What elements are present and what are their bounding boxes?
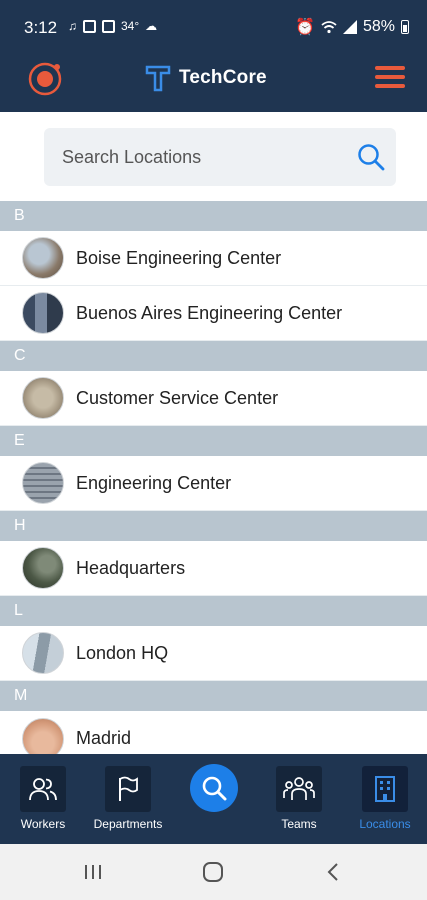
search-area — [0, 112, 427, 201]
location-name: London HQ — [76, 642, 169, 663]
location-avatar — [22, 632, 64, 674]
status-system: ⏰ 58% — [295, 17, 409, 37]
location-name: Boise Engineering Center — [76, 247, 282, 268]
nav-label: Workers — [20, 817, 66, 831]
list-item[interactable]: Engineering Center — [0, 456, 427, 511]
nav-label: Teams — [281, 817, 317, 831]
section-header-b: B — [0, 201, 427, 231]
search-box — [44, 128, 396, 186]
list-item[interactable]: Buenos Aires Engineering Center — [0, 286, 427, 341]
app-bar: TechCore — [0, 54, 427, 112]
menu-line — [375, 84, 405, 88]
alarm-icon: ⏰ — [295, 19, 315, 36]
building-icon — [375, 776, 395, 802]
recents-glyph — [85, 865, 101, 879]
location-avatar — [22, 717, 64, 754]
back-icon[interactable] — [318, 860, 348, 884]
search-input[interactable] — [62, 128, 332, 186]
battery-percent: 58% — [362, 18, 395, 35]
cloud-icon: ☁ — [145, 19, 158, 33]
section-header-e: E — [0, 426, 427, 456]
gallery-icon — [102, 19, 115, 33]
list-item[interactable]: Boise Engineering Center — [0, 231, 427, 286]
location-avatar — [22, 547, 64, 589]
location-name: Engineering Center — [76, 472, 232, 493]
section-header-h: H — [0, 511, 427, 541]
list-item[interactable]: London HQ — [0, 626, 427, 681]
nav-label: Departments — [93, 817, 163, 831]
nav-label: Locations — [359, 817, 411, 831]
system-nav — [0, 844, 427, 900]
brand-title: TechCore — [179, 67, 267, 88]
status-notifications: ♫ 34° ☁ — [68, 19, 157, 33]
search-icon — [202, 776, 227, 801]
teams-icon — [283, 777, 315, 800]
nav-locations[interactable]: Locations — [343, 766, 427, 831]
battery-icon — [401, 20, 409, 34]
nav-tile — [362, 766, 408, 812]
menu-line — [375, 66, 405, 70]
status-bar: 3:12 ♫ 34° ☁ ⏰ 58% — [0, 0, 427, 54]
status-temperature: 34° — [121, 19, 140, 33]
location-avatar — [22, 377, 64, 419]
section-header-m: M — [0, 681, 427, 711]
nav-workers[interactable]: Workers — [1, 766, 85, 831]
home-icon[interactable] — [198, 860, 228, 884]
location-name: Buenos Aires Engineering Center — [76, 302, 343, 323]
bottom-nav: Workers Departments Teams Locations — [0, 754, 427, 844]
nav-tile — [20, 766, 66, 812]
wifi-icon — [321, 21, 337, 34]
brand: TechCore — [145, 64, 267, 92]
location-avatar — [22, 237, 64, 279]
signal-icon — [342, 20, 357, 34]
back-glyph — [327, 863, 338, 881]
app-icon — [83, 19, 96, 33]
nav-teams[interactable]: Teams — [257, 766, 341, 831]
nav-tile — [276, 766, 322, 812]
list-item[interactable]: Madrid — [0, 711, 427, 754]
location-avatar — [22, 462, 64, 504]
search-icon[interactable] — [356, 142, 386, 172]
notification-icon: ♫ — [68, 19, 77, 33]
techcore-logo-icon — [145, 65, 171, 92]
nav-tile — [105, 766, 151, 812]
recents-icon[interactable] — [78, 860, 108, 884]
location-avatar — [22, 292, 64, 334]
menu-line — [375, 75, 405, 79]
nav-departments[interactable]: Departments — [86, 766, 170, 831]
list-item[interactable]: Headquarters — [0, 541, 427, 596]
workers-icon — [29, 778, 57, 801]
location-name: Headquarters — [76, 557, 186, 578]
orbit-logo-icon[interactable] — [24, 58, 66, 100]
locations-list: B Boise Engineering Center Buenos Aires … — [0, 201, 427, 754]
location-name: Customer Service Center — [76, 387, 279, 408]
location-name: Madrid — [76, 728, 132, 748]
section-header-c: C — [0, 341, 427, 371]
home-glyph — [203, 862, 223, 882]
nav-search-button[interactable] — [190, 764, 238, 812]
list-item[interactable]: Customer Service Center — [0, 371, 427, 426]
flag-icon — [119, 776, 138, 801]
hamburger-menu-icon[interactable] — [375, 66, 405, 92]
section-header-l: L — [0, 596, 427, 626]
status-time: 3:12 — [24, 18, 58, 37]
